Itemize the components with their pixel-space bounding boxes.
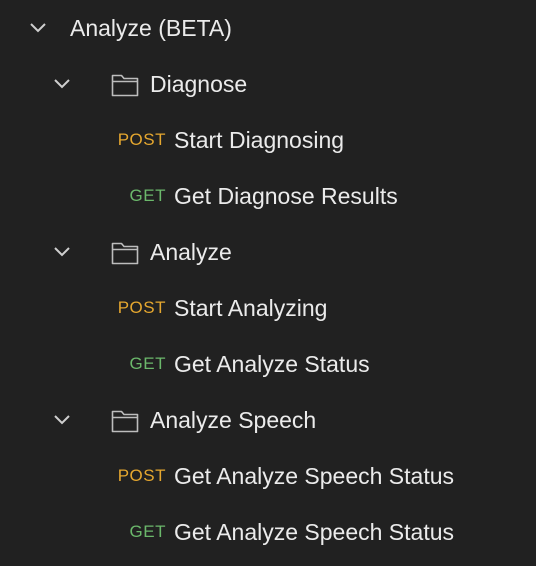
request-label: Start Analyzing — [174, 295, 328, 321]
request-row[interactable]: GET Get Diagnose Results — [0, 168, 536, 224]
request-row[interactable]: POST Start Analyzing — [0, 280, 536, 336]
method-badge-post: POST — [117, 130, 166, 149]
folder-row-diagnose[interactable]: Diagnose — [0, 56, 536, 112]
request-label: Start Diagnosing — [174, 127, 345, 153]
request-row[interactable]: POST Get Analyze Speech Status — [0, 448, 536, 504]
collection-title: Analyze (BETA) — [70, 15, 232, 41]
method-badge-get: GET — [129, 186, 166, 205]
collection-row[interactable]: Analyze (BETA) — [0, 0, 536, 56]
folder-label: Analyze Speech — [150, 407, 317, 433]
request-row[interactable]: GET Get Analyze Speech Status — [0, 504, 536, 560]
request-label: Get Analyze Speech Status — [174, 519, 455, 545]
request-label: Get Analyze Status — [174, 351, 370, 377]
folder-icon — [110, 405, 140, 435]
request-row[interactable]: GET Get Analyze Status — [0, 336, 536, 392]
request-label: Get Analyze Speech Status — [174, 463, 455, 489]
folder-row-analyze-speech[interactable]: Analyze Speech — [0, 392, 536, 448]
method-badge-get: GET — [129, 522, 166, 541]
request-label: Get Diagnose Results — [174, 183, 398, 209]
chevron-down-icon[interactable] — [51, 409, 73, 431]
chevron-down-icon[interactable] — [51, 241, 73, 263]
folder-label: Analyze — [150, 239, 232, 265]
chevron-down-icon[interactable] — [51, 73, 73, 95]
method-badge-post: POST — [117, 466, 166, 485]
folder-icon — [110, 69, 140, 99]
folder-row-analyze[interactable]: Analyze — [0, 224, 536, 280]
request-row[interactable]: POST Start Diagnosing — [0, 112, 536, 168]
chevron-down-icon[interactable] — [27, 17, 49, 39]
folder-icon — [110, 237, 140, 267]
method-badge-get: GET — [129, 354, 166, 373]
method-badge-post: POST — [117, 298, 166, 317]
folder-label: Diagnose — [150, 71, 248, 97]
